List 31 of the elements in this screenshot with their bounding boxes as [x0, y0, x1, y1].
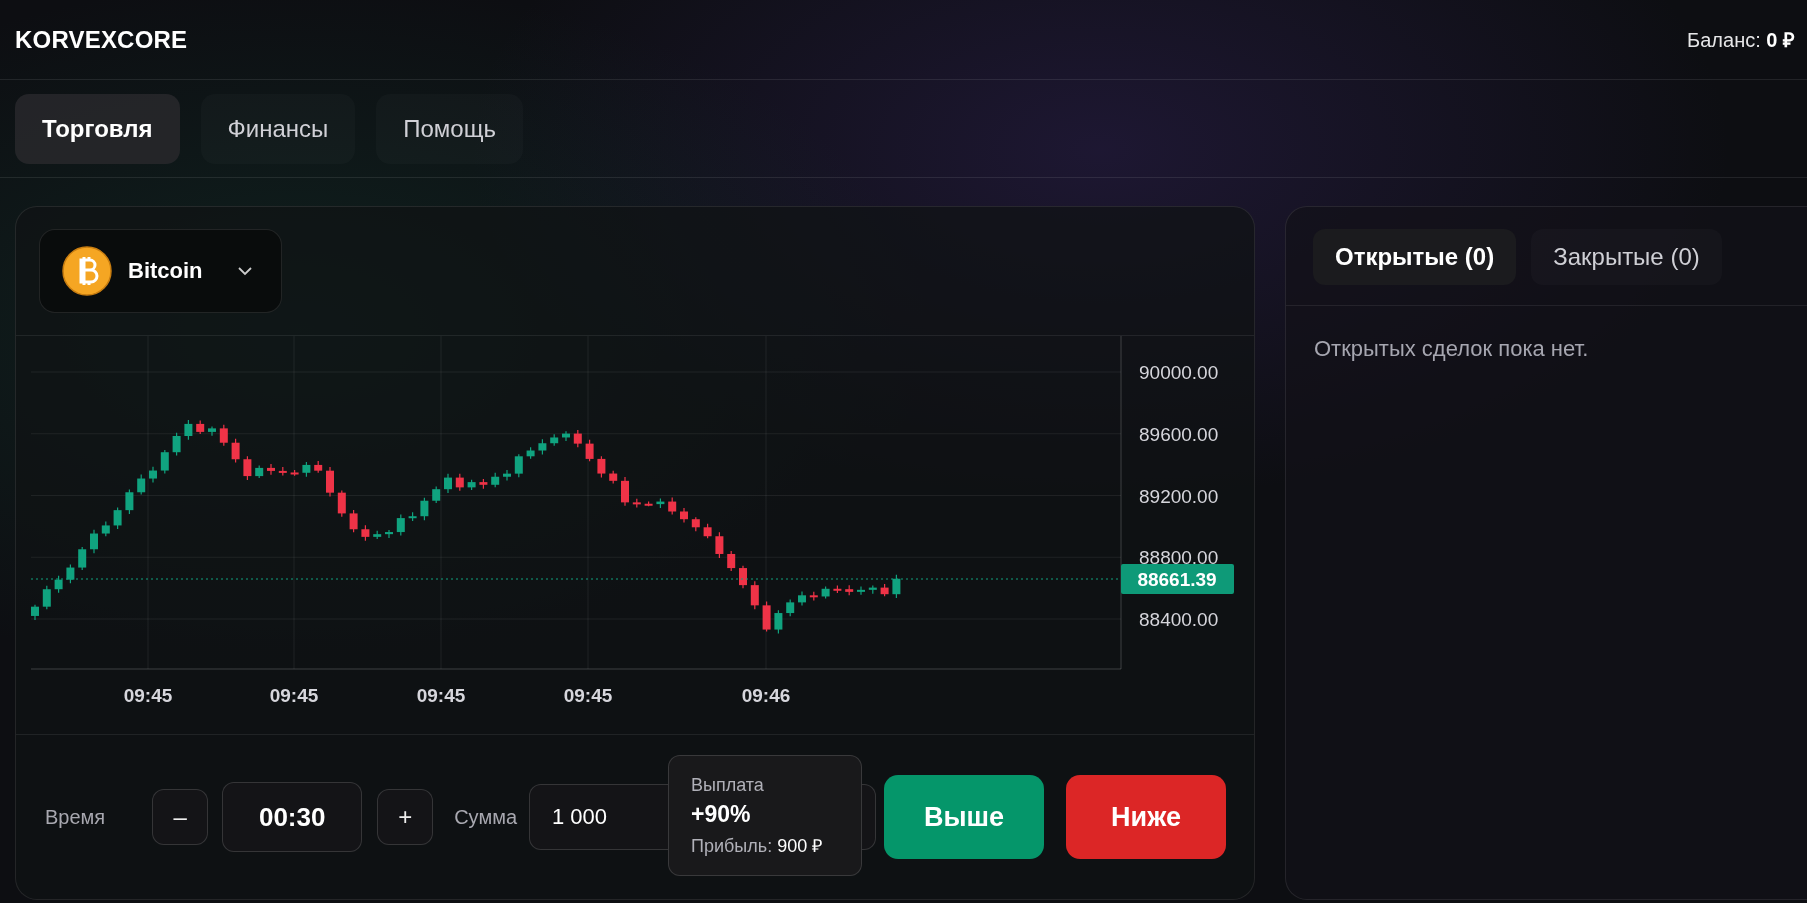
payout-title: Выплата	[691, 775, 765, 796]
time-field[interactable]: 00:30	[222, 782, 363, 852]
nav-tab[interactable]: Финансы	[200, 93, 356, 164]
axis-label: 89200.00	[1139, 485, 1219, 507]
balance-text: Баланс: 0 ₽	[1687, 28, 1795, 53]
axis-label: 09:46	[741, 685, 791, 706]
field-label: Сумма	[454, 805, 517, 829]
axis-label: 90000.00	[1139, 362, 1219, 383]
axis-label: 88400.00	[1139, 609, 1219, 630]
nav-tab[interactable]: Помощь	[376, 93, 523, 164]
empty-message: Открытых сделок пока нет.	[1313, 335, 1590, 362]
increment-button[interactable]: +	[377, 789, 434, 845]
deals-tab[interactable]: Открытые (0)	[1313, 229, 1517, 285]
field-label: Время	[45, 805, 106, 829]
lower-button[interactable]: Ниже	[1066, 775, 1226, 859]
asset-selector[interactable]: Bitcoin	[39, 229, 282, 313]
higher-button[interactable]: Выше	[884, 775, 1044, 859]
logo: KORVEXCORE	[15, 25, 188, 54]
chevron-down-icon	[236, 266, 253, 276]
deals-tab[interactable]: Закрытые (0)	[1531, 229, 1722, 285]
profit-text: Прибыль: 900 ₽	[691, 835, 824, 857]
axis-label: 09:45	[269, 685, 319, 706]
axis-label: 09:45	[416, 685, 466, 706]
axis-label: 89600.00	[1139, 423, 1219, 445]
coin-icon	[62, 246, 112, 296]
axis-label: 09:45	[563, 685, 613, 706]
price-badge: 88661.39	[1121, 564, 1234, 594]
nav-tab[interactable]: Торговля	[15, 93, 180, 164]
payout-percent: +90%	[691, 801, 752, 828]
axis-label: 09:45	[123, 685, 173, 706]
decrement-button[interactable]: –	[152, 789, 209, 845]
